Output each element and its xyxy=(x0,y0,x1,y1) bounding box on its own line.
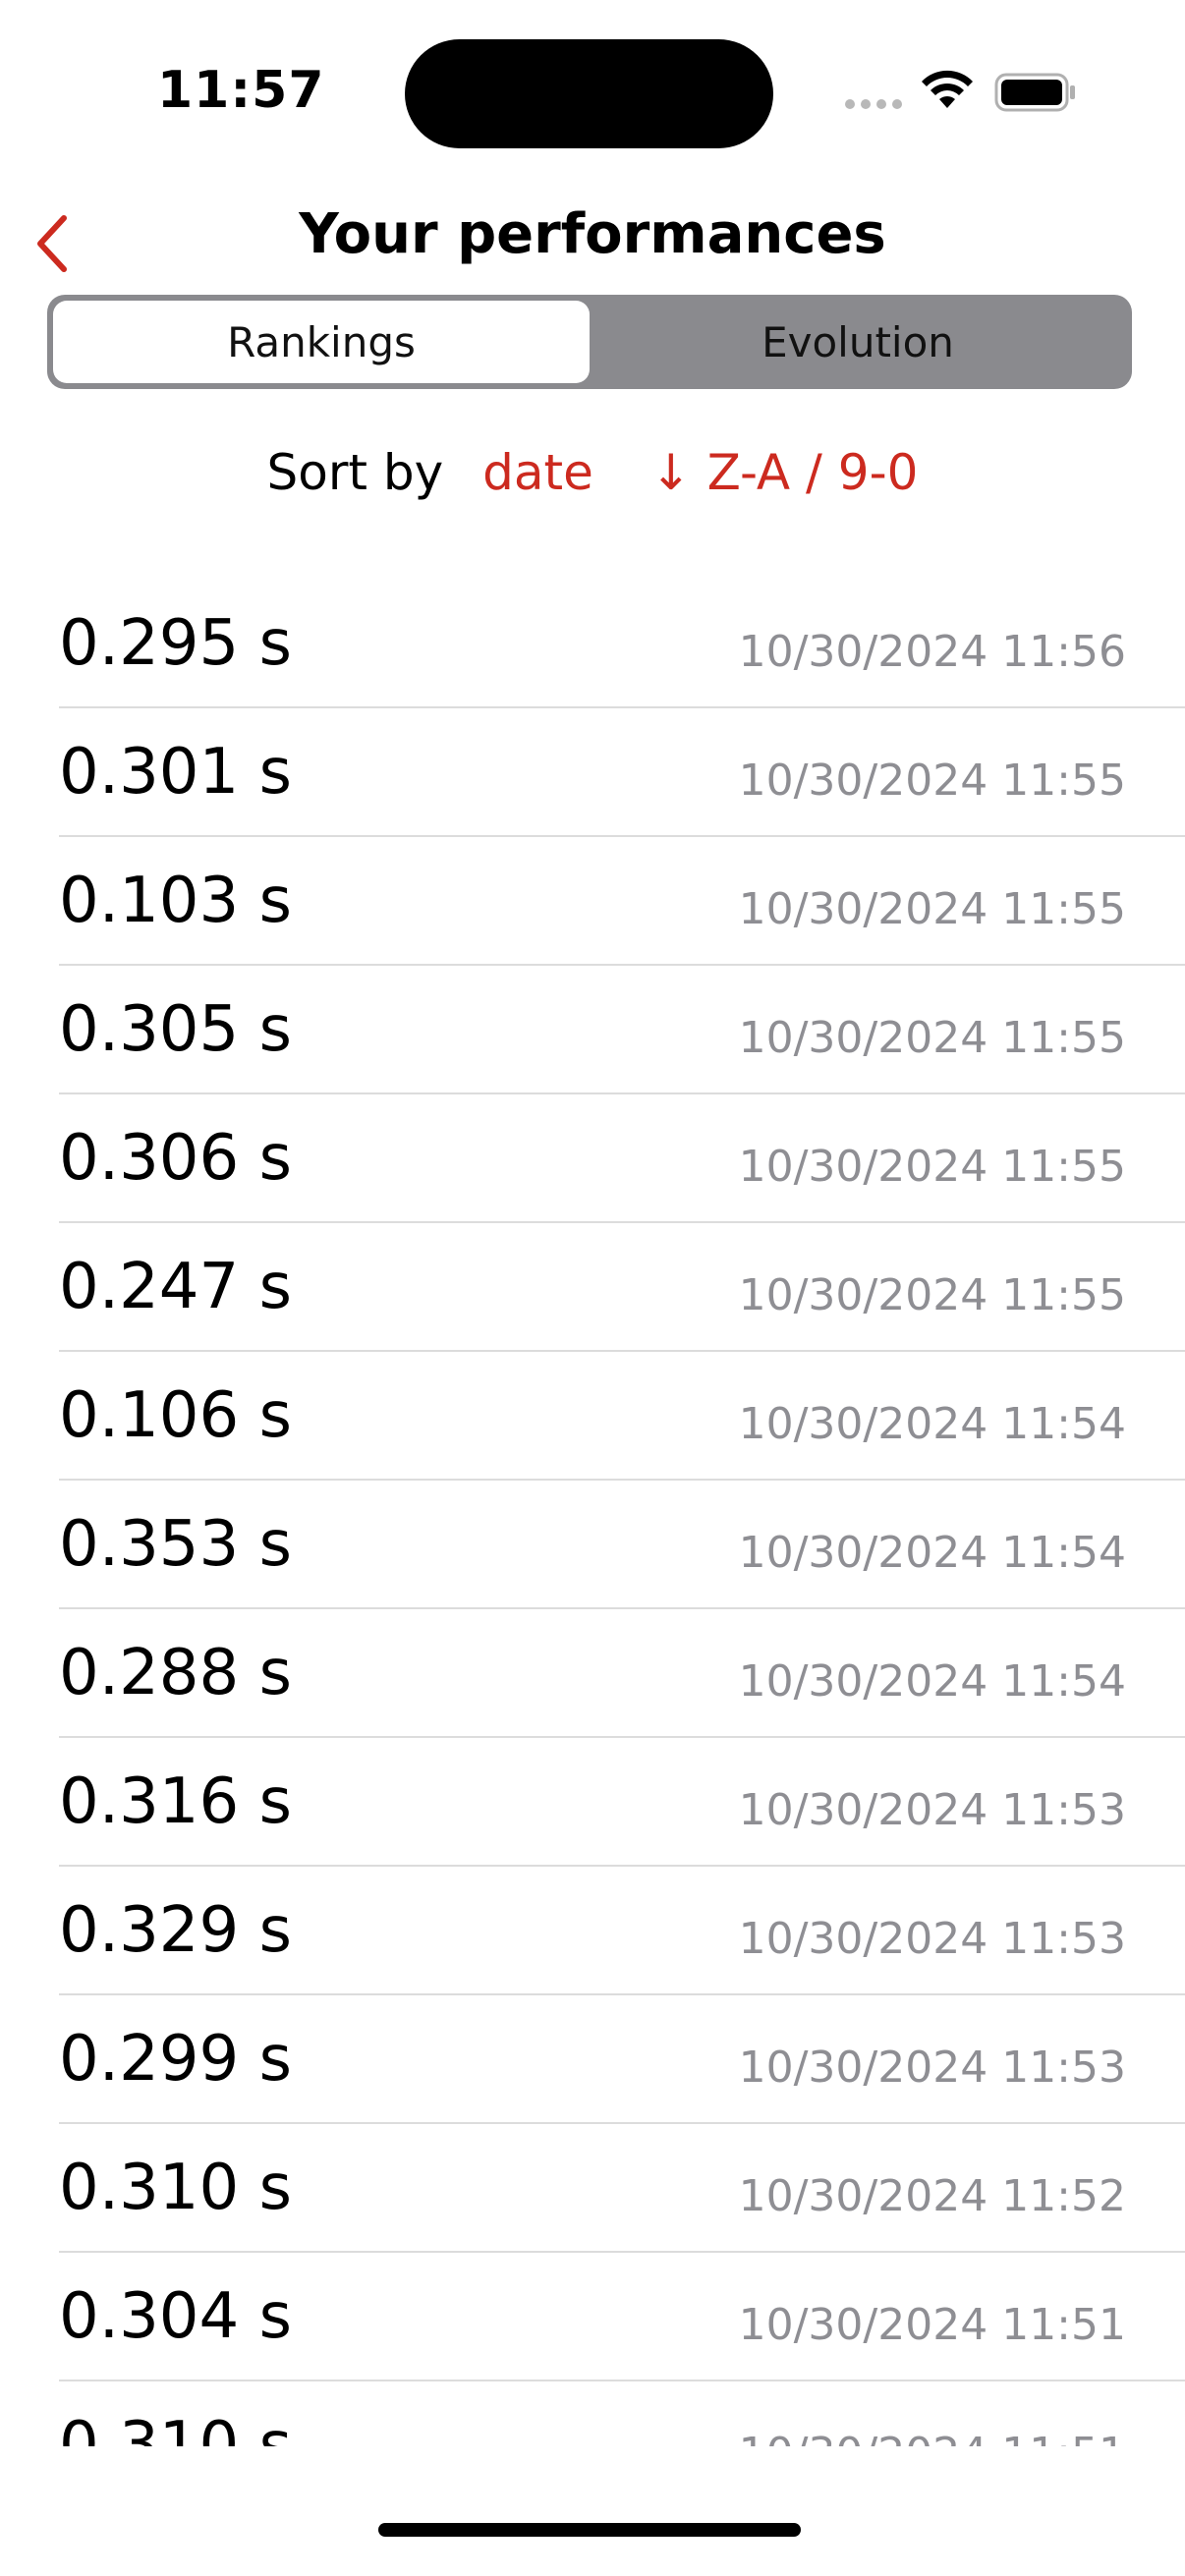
performance-date: 10/30/2024 11:55 xyxy=(738,1270,1126,1320)
list-item[interactable]: 0.310 s 10/30/2024 11:51 xyxy=(59,2381,1185,2446)
performance-date: 10/30/2024 11:53 xyxy=(738,1914,1126,1964)
tab-rankings[interactable]: Rankings xyxy=(53,301,590,383)
performance-date: 10/30/2024 11:54 xyxy=(738,1656,1126,1707)
list-item[interactable]: 0.247 s 10/30/2024 11:55 xyxy=(59,1223,1185,1352)
status-bar: 11:57 xyxy=(0,0,1185,187)
sort-row: Sort by date ↓ Z-A / 9-0 xyxy=(0,444,1185,501)
page-title: Your performances xyxy=(299,202,886,266)
performance-date: 10/30/2024 11:53 xyxy=(738,1785,1126,1835)
list-item[interactable]: 0.288 s 10/30/2024 11:54 xyxy=(59,1609,1185,1738)
status-time: 11:57 xyxy=(157,61,325,120)
sort-field-button[interactable]: date xyxy=(482,444,593,501)
performance-value: 0.299 s xyxy=(59,2023,292,2096)
segmented-control: Rankings Evolution xyxy=(47,295,1132,389)
performance-date: 10/30/2024 11:51 xyxy=(738,2300,1126,2350)
performance-value: 0.310 s xyxy=(59,2152,292,2224)
list-item[interactable]: 0.301 s 10/30/2024 11:55 xyxy=(59,708,1185,837)
performance-date: 10/30/2024 11:52 xyxy=(738,2171,1126,2221)
list-item[interactable]: 0.329 s 10/30/2024 11:53 xyxy=(59,1867,1185,1995)
list-item[interactable]: 0.295 s 10/30/2024 11:56 xyxy=(59,580,1185,708)
performance-date: 10/30/2024 11:55 xyxy=(738,884,1126,934)
performance-value: 0.329 s xyxy=(59,1894,292,1967)
cellular-signal-icon xyxy=(845,99,902,109)
performance-value: 0.353 s xyxy=(59,1508,292,1581)
sort-order-button[interactable]: ↓ Z-A / 9-0 xyxy=(650,444,919,501)
performance-value: 0.288 s xyxy=(59,1637,292,1709)
home-indicator xyxy=(378,2523,801,2537)
list-item[interactable]: 0.106 s 10/30/2024 11:54 xyxy=(59,1352,1185,1481)
performance-date: 10/30/2024 11:53 xyxy=(738,2043,1126,2093)
list-item[interactable]: 0.306 s 10/30/2024 11:55 xyxy=(59,1094,1185,1223)
performance-date: 10/30/2024 11:55 xyxy=(738,756,1126,806)
performance-value: 0.310 s xyxy=(59,2409,292,2446)
performance-value: 0.306 s xyxy=(59,1122,292,1195)
performance-date: 10/30/2024 11:51 xyxy=(739,2429,1126,2446)
performance-value: 0.106 s xyxy=(59,1379,292,1452)
list-item[interactable]: 0.304 s 10/30/2024 11:51 xyxy=(59,2253,1185,2381)
performance-value: 0.295 s xyxy=(59,607,292,680)
navigation-bar: Your performances xyxy=(0,187,1185,295)
performance-date: 10/30/2024 11:55 xyxy=(738,1142,1126,1192)
list-item[interactable]: 0.103 s 10/30/2024 11:55 xyxy=(59,837,1185,966)
list-item[interactable]: 0.353 s 10/30/2024 11:54 xyxy=(59,1481,1185,1609)
performance-value: 0.247 s xyxy=(59,1251,292,1323)
performance-value: 0.301 s xyxy=(59,736,292,809)
list-item[interactable]: 0.316 s 10/30/2024 11:53 xyxy=(59,1738,1185,1867)
wifi-icon xyxy=(922,70,973,108)
tab-evolution[interactable]: Evolution xyxy=(590,301,1126,383)
performance-value: 0.316 s xyxy=(59,1765,292,1838)
list-item[interactable]: 0.299 s 10/30/2024 11:53 xyxy=(59,1995,1185,2124)
performance-date: 10/30/2024 11:56 xyxy=(738,627,1126,677)
dynamic-island xyxy=(405,39,773,148)
sort-label: Sort by xyxy=(266,444,444,501)
list-item[interactable]: 0.310 s 10/30/2024 11:52 xyxy=(59,2124,1185,2253)
list-item[interactable]: 0.305 s 10/30/2024 11:55 xyxy=(59,966,1185,1094)
performance-value: 0.305 s xyxy=(59,993,292,1066)
performance-list[interactable]: 0.295 s 10/30/2024 11:56 0.301 s 10/30/2024… xyxy=(0,580,1185,2446)
battery-icon xyxy=(994,73,1075,112)
performance-value: 0.103 s xyxy=(59,865,292,937)
performance-date: 10/30/2024 11:54 xyxy=(738,1399,1126,1449)
performance-date: 10/30/2024 11:54 xyxy=(738,1528,1126,1578)
performance-date: 10/30/2024 11:55 xyxy=(738,1013,1126,1063)
performance-value: 0.304 s xyxy=(59,2280,292,2353)
